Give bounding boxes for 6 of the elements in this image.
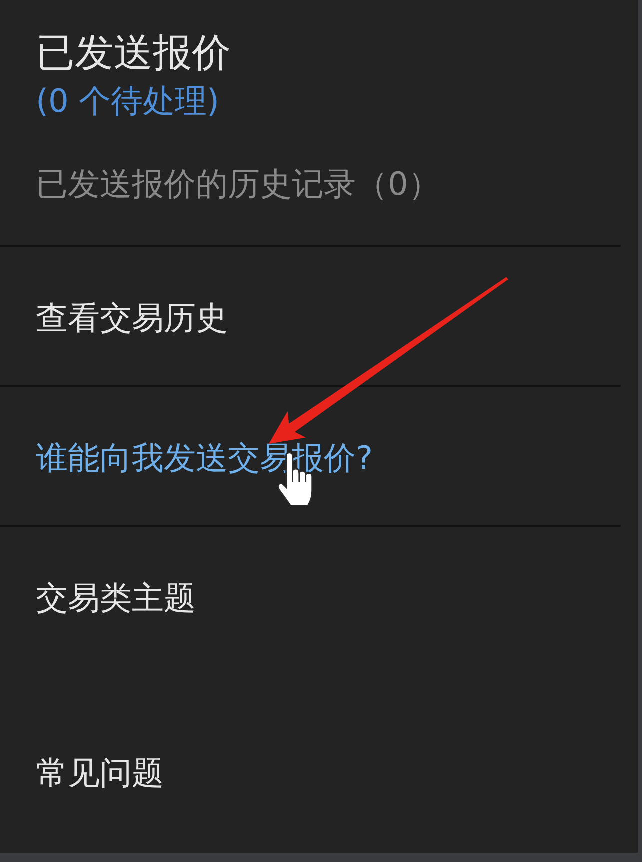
pending-count-link[interactable]: (0 个待处理) [36,81,220,121]
menu-link[interactable]: 查看交易历史 [36,298,228,338]
menu-link[interactable]: 常见问题 [36,753,164,793]
sent-offers-history-link[interactable]: 已发送报价的历史记录（0） [36,164,440,204]
menu-link[interactable]: 交易类主题 [36,578,196,618]
sent-offers-heading: 已发送报价 [36,30,232,77]
